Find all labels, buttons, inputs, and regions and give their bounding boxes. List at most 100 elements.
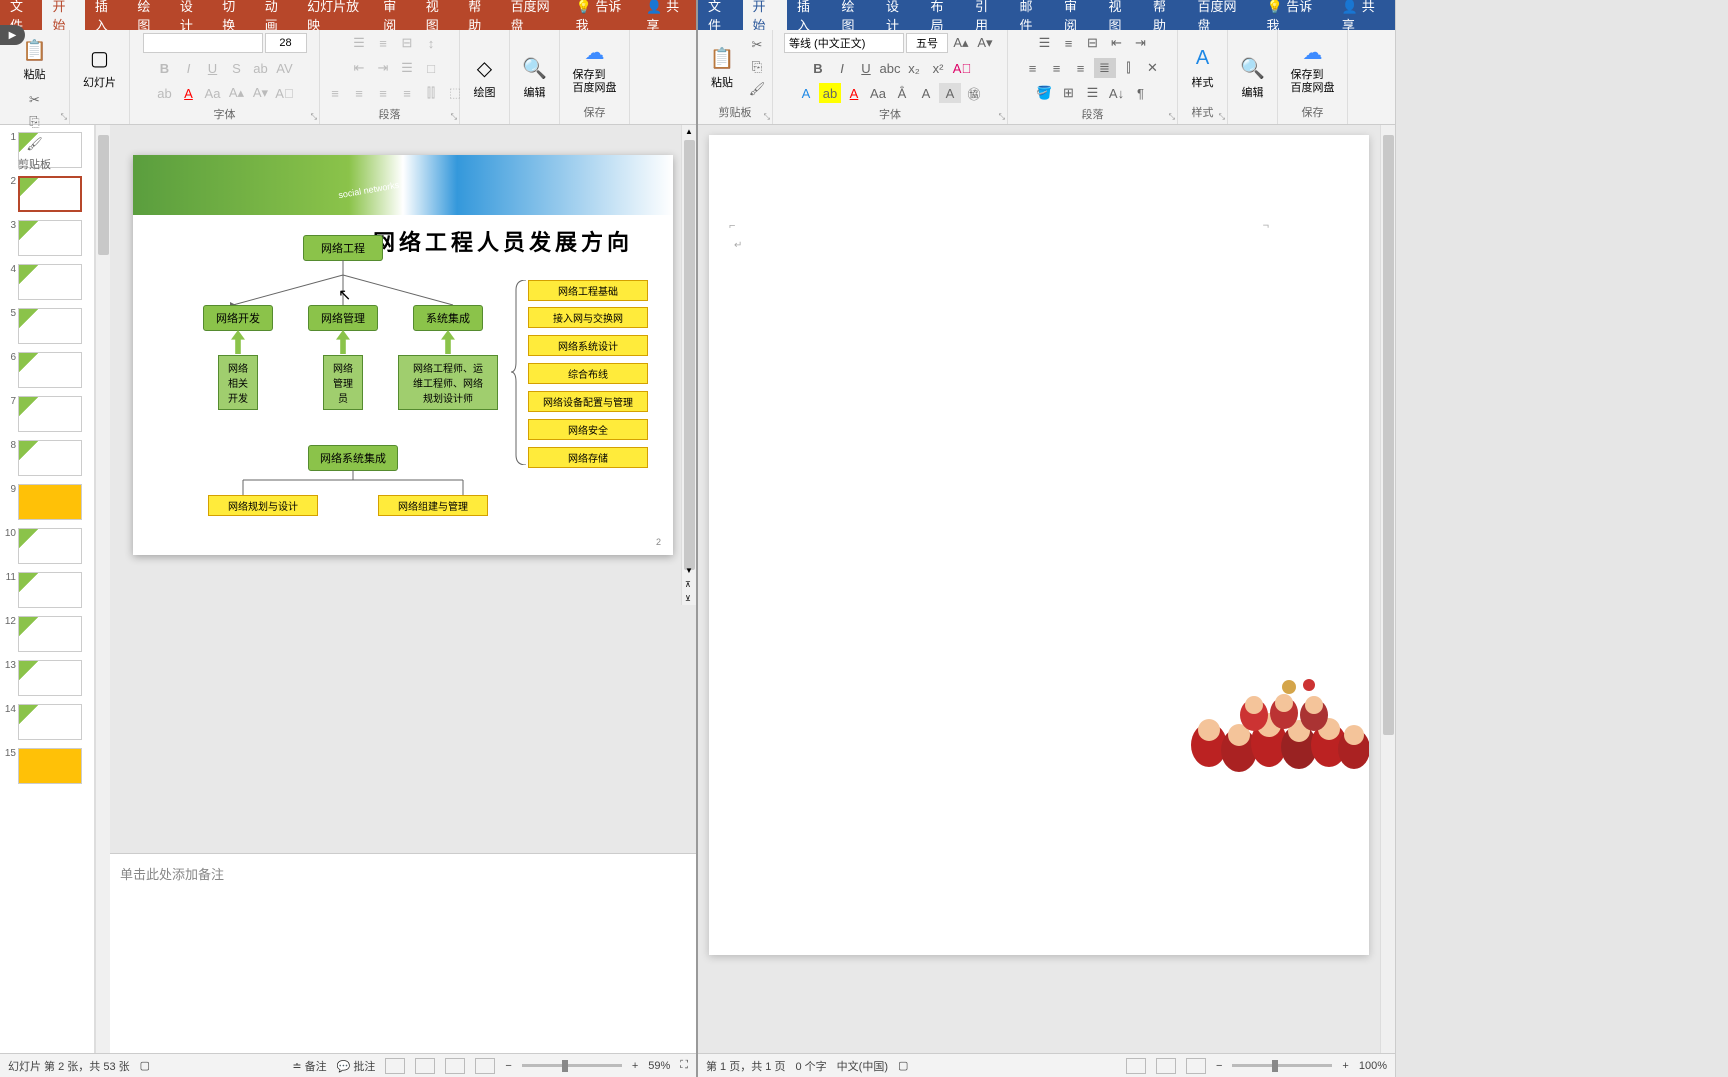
cut-icon[interactable]: ✂	[746, 35, 768, 55]
highlight-button[interactable]: ab	[819, 83, 841, 103]
distribute-button[interactable]: ⫿	[1118, 58, 1140, 78]
font-size-select[interactable]	[906, 33, 948, 53]
slide-thumb[interactable]: 15	[0, 745, 94, 787]
align-text-button[interactable]: □	[420, 58, 442, 78]
thumb-scrollbar[interactable]	[95, 125, 110, 1053]
slide-thumb[interactable]: 6	[0, 349, 94, 391]
styles-button[interactable]: A样式	[1183, 40, 1223, 94]
show-marks-button[interactable]: ¶	[1130, 83, 1152, 103]
zoom-level[interactable]: 100%	[1359, 1060, 1387, 1072]
strikethrough-button[interactable]: S	[226, 58, 248, 78]
slide-thumb[interactable]: 4	[0, 261, 94, 303]
spacing-button[interactable]: AV	[274, 58, 296, 78]
font-color-button[interactable]: A	[843, 83, 865, 103]
font-family-select[interactable]	[784, 33, 904, 53]
align-center-button[interactable]: ≡	[348, 83, 370, 103]
slide-thumb[interactable]: 3	[0, 217, 94, 259]
dialog-launcher-icon[interactable]: ⤡	[764, 112, 770, 122]
underline-button[interactable]: U	[202, 58, 224, 78]
slide-thumb[interactable]: 5	[0, 305, 94, 347]
format-painter-icon[interactable]: 🖌	[24, 134, 46, 154]
change-case-button[interactable]: Aa	[867, 83, 889, 103]
slide-thumb[interactable]: 7	[0, 393, 94, 435]
increase-indent-button[interactable]: ⇥	[1130, 33, 1152, 53]
slide-thumb[interactable]: 14	[0, 701, 94, 743]
align-right-button[interactable]: ≡	[372, 83, 394, 103]
dialog-launcher-icon[interactable]: ⤡	[1169, 112, 1175, 122]
char-shading-button[interactable]: A	[939, 83, 961, 103]
dialog-launcher-icon[interactable]: ⤡	[311, 112, 317, 122]
multilevel-button[interactable]: ⊟	[1082, 33, 1104, 53]
copy-icon[interactable]: ⎘	[24, 112, 46, 132]
word-count[interactable]: 0 个字	[795, 1058, 826, 1074]
format-painter-icon[interactable]: 🖌	[746, 79, 768, 99]
justify-button[interactable]: ≣	[1094, 58, 1116, 78]
line-spacing-button[interactable]: ☰	[1082, 83, 1104, 103]
baidu-save-button[interactable]: ☁保存到 百度网盘	[1285, 35, 1341, 99]
shading-button[interactable]: 🪣	[1034, 83, 1056, 103]
text-effects-button[interactable]: A	[795, 83, 817, 103]
notes-toggle[interactable]: ≐ 备注	[292, 1058, 326, 1074]
cut-icon[interactable]: ✂	[24, 90, 46, 110]
bold-button[interactable]: B	[154, 58, 176, 78]
language-status[interactable]: 中文(中国)	[837, 1058, 888, 1074]
decrease-indent-button[interactable]: ⇤	[1106, 33, 1128, 53]
slide-thumb[interactable]: 12	[0, 613, 94, 655]
zoom-out-button[interactable]: −	[505, 1060, 511, 1072]
shrink-font-button[interactable]: A▾	[974, 33, 996, 53]
shrink-font-button[interactable]: A▾	[250, 83, 272, 103]
print-layout-icon[interactable]	[1156, 1058, 1176, 1074]
copy-icon[interactable]: ⎘	[746, 57, 768, 77]
slide-thumb[interactable]: 8	[0, 437, 94, 479]
change-case-button[interactable]: Aa	[202, 83, 224, 103]
new-slide-button[interactable]: ▢幻灯片	[77, 40, 122, 94]
bullets-button[interactable]: ☰	[348, 33, 370, 53]
italic-button[interactable]: I	[831, 58, 853, 78]
expand-panel-button[interactable]: ▶	[0, 25, 25, 45]
accessibility-icon[interactable]: ▢	[140, 1059, 150, 1072]
numbering-button[interactable]: ≡	[1058, 33, 1080, 53]
slide-thumb[interactable]: 10	[0, 525, 94, 567]
grow-font-button[interactable]: A▴	[950, 33, 972, 53]
notes-pane[interactable]: 单击此处添加备注	[110, 853, 696, 1053]
text-direction-button[interactable]: ↕	[420, 33, 442, 53]
increase-indent-button[interactable]: ⇥	[372, 58, 394, 78]
subscript-button[interactable]: x₂	[903, 58, 925, 78]
web-layout-icon[interactable]	[1186, 1058, 1206, 1074]
enclose-char-button[interactable]: ㊯	[963, 83, 985, 103]
baidu-save-button[interactable]: ☁保存到 百度网盘	[567, 35, 623, 99]
font-family-select[interactable]	[143, 33, 263, 53]
columns-button[interactable]: ⫿⫿	[420, 83, 442, 103]
align-left-button[interactable]: ≡	[1022, 58, 1044, 78]
sort-button[interactable]: A↓	[1106, 83, 1128, 103]
superscript-button[interactable]: x²	[927, 58, 949, 78]
comments-toggle[interactable]: 💬 批注	[337, 1058, 376, 1074]
sorter-view-icon[interactable]	[415, 1058, 435, 1074]
justify-button[interactable]: ≡	[396, 83, 418, 103]
asian-layout-button[interactable]: ✕	[1142, 58, 1164, 78]
line-spacing-button[interactable]: ☰	[396, 58, 418, 78]
zoom-slider[interactable]	[522, 1064, 622, 1067]
align-left-button[interactable]: ≡	[324, 83, 346, 103]
accessibility-icon[interactable]: ▢	[898, 1059, 908, 1072]
dialog-launcher-icon[interactable]: ⤡	[1219, 112, 1225, 122]
zoom-in-button[interactable]: +	[1342, 1060, 1348, 1072]
next-slide-icon[interactable]: ⊻	[685, 594, 691, 603]
slide-canvas[interactable]: 网络工程人员发展方向 网络工程 网络开发 网络管理 系统集成	[133, 155, 673, 555]
slide-scrollbar[interactable]: ▲ ▼ ⊼ ⊻	[681, 125, 696, 605]
strikethrough-button[interactable]: abc	[879, 58, 901, 78]
read-mode-icon[interactable]	[1126, 1058, 1146, 1074]
font-color-button[interactable]: A	[178, 83, 200, 103]
dialog-launcher-icon[interactable]: ⤡	[61, 112, 67, 122]
zoom-level[interactable]: 59%	[648, 1060, 670, 1072]
dialog-launcher-icon[interactable]: ⤡	[999, 112, 1005, 122]
align-right-button[interactable]: ≡	[1070, 58, 1092, 78]
word-scrollbar[interactable]	[1380, 125, 1395, 1053]
slide-thumb[interactable]: 9	[0, 481, 94, 523]
list-level-button[interactable]: ⊟	[396, 33, 418, 53]
borders-button[interactable]: ⊞	[1058, 83, 1080, 103]
slide-thumb[interactable]: 11	[0, 569, 94, 611]
normal-view-icon[interactable]	[385, 1058, 405, 1074]
shadow-button[interactable]: ab	[250, 58, 272, 78]
word-page[interactable]: ⌐ ¬ ↵	[709, 135, 1369, 955]
